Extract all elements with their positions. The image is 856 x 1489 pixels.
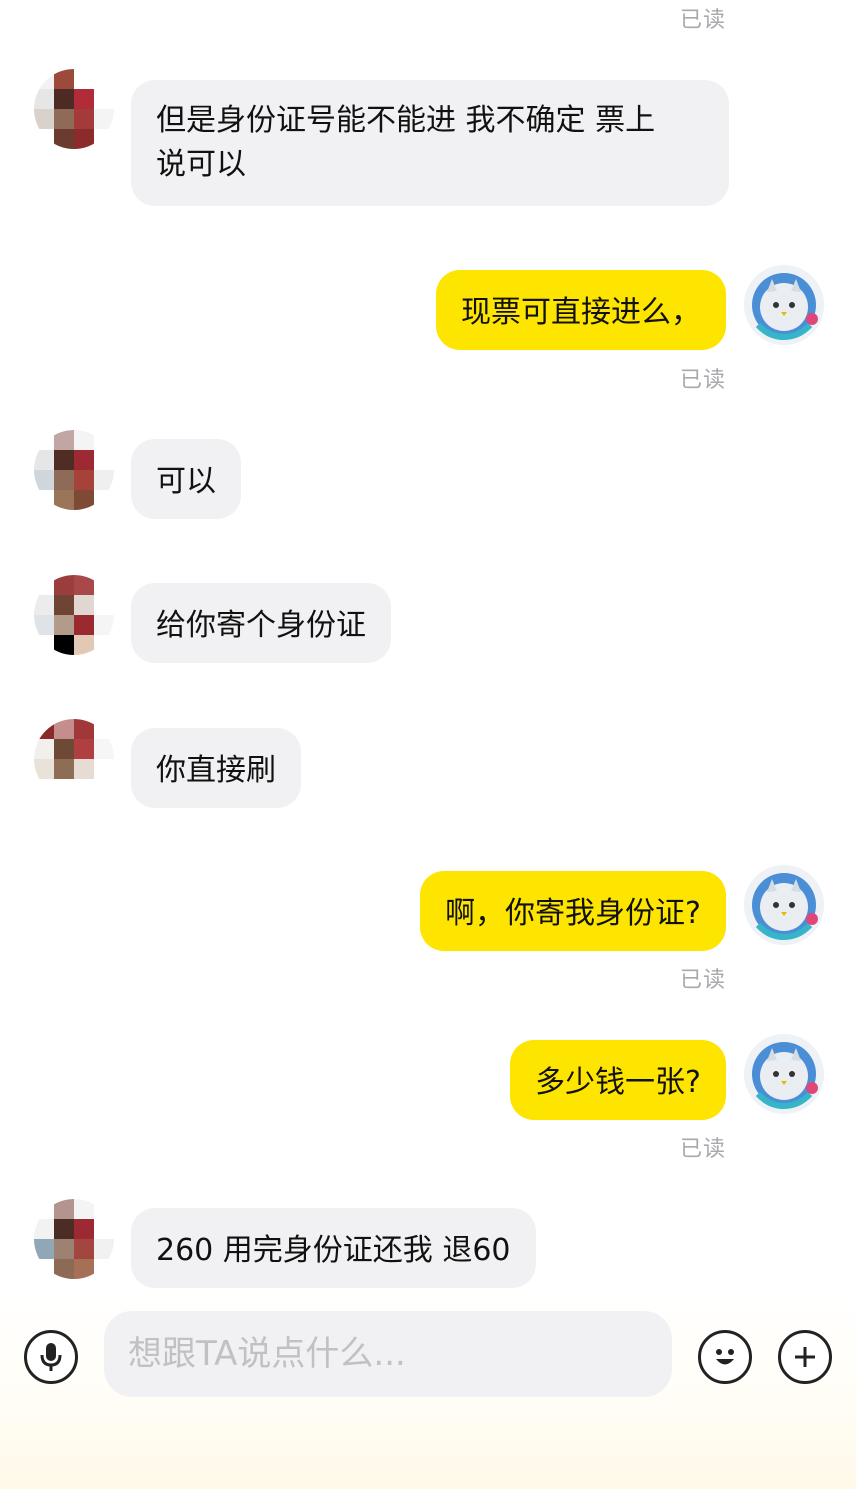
smiley-face-icon <box>716 1349 734 1365</box>
read-receipt-top: 已读 <box>679 8 726 33</box>
message-composer <box>0 1305 856 1405</box>
microphone-icon <box>40 1343 62 1371</box>
astronaut-cat-avatar-icon <box>744 1034 824 1114</box>
contact-avatar[interactable] <box>34 575 114 655</box>
astronaut-cat-avatar-icon <box>744 265 824 345</box>
add-attachment-button[interactable] <box>778 1330 832 1384</box>
message-bubble-incoming[interactable]: 但是身份证号能不能进 我不确定 票上 说可以 <box>131 80 729 206</box>
contact-avatar[interactable] <box>34 1199 114 1279</box>
plus-circle-icon <box>795 1347 815 1367</box>
message-bubble-outgoing[interactable]: 现票可直接进么， <box>436 270 726 350</box>
message-bubble-incoming[interactable]: 你直接刷 <box>131 728 301 808</box>
message-bubble-outgoing[interactable]: 多少钱一张? <box>510 1040 726 1120</box>
message-bubble-incoming[interactable]: 260 用完身份证还我 退60 <box>131 1208 536 1288</box>
voice-input-button[interactable] <box>24 1330 78 1384</box>
read-receipt: 已读 <box>679 968 726 993</box>
contact-avatar[interactable] <box>34 430 114 510</box>
astronaut-cat-avatar-icon <box>744 865 824 945</box>
blurred-avatar-mosaic <box>34 719 114 799</box>
read-receipt: 已读 <box>679 368 726 393</box>
my-avatar[interactable] <box>744 865 824 945</box>
read-receipt: 已读 <box>679 1137 726 1162</box>
my-avatar[interactable] <box>744 265 824 345</box>
message-bubble-incoming[interactable]: 给你寄个身份证 <box>131 583 391 663</box>
blurred-avatar-mosaic <box>34 1199 114 1279</box>
message-input[interactable] <box>104 1311 672 1397</box>
emoji-button[interactable] <box>698 1330 752 1384</box>
my-avatar[interactable] <box>744 1034 824 1114</box>
contact-avatar[interactable] <box>34 69 114 149</box>
message-bubble-outgoing[interactable]: 啊，你寄我身份证? <box>420 871 726 951</box>
blurred-avatar-mosaic <box>34 69 114 149</box>
contact-avatar[interactable] <box>34 719 114 799</box>
message-bubble-incoming[interactable]: 可以 <box>131 439 241 519</box>
blurred-avatar-mosaic <box>34 430 114 510</box>
chat-area: 已读 但是身份证号能不能进 我不确定 票上 说可以 现票可直接进么， 已读 可以… <box>0 0 856 1290</box>
blurred-avatar-mosaic <box>34 575 114 655</box>
